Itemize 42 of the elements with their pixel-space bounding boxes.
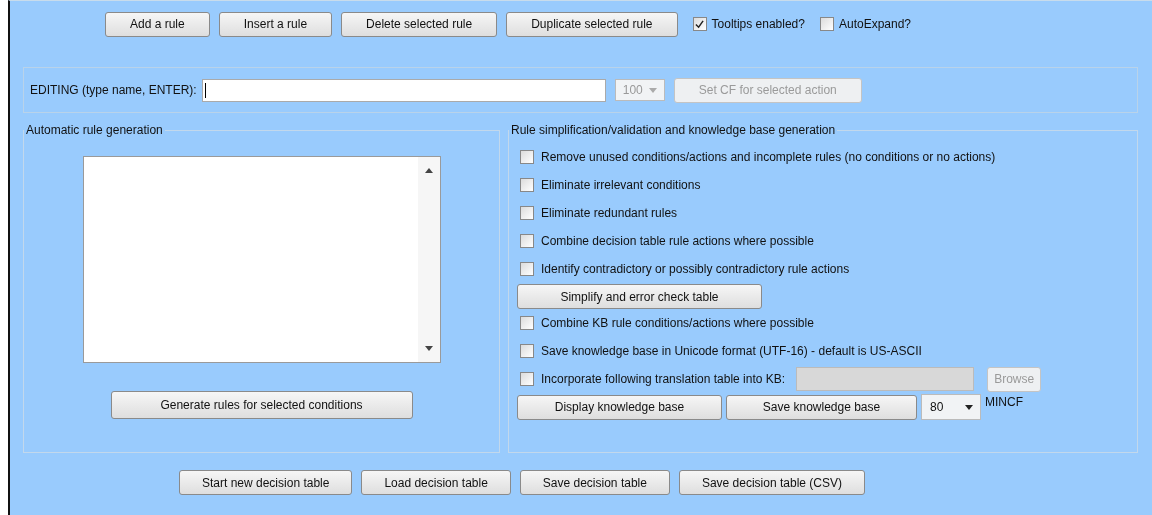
- scroll-up-icon[interactable]: [424, 168, 433, 173]
- checkbox-label: Tooltips enabled?: [711, 17, 805, 31]
- simplify-button[interactable]: Simplify and error check table: [517, 284, 762, 309]
- toolbar-button[interactable]: Delete selected rule: [341, 11, 498, 37]
- mincf-dropdown[interactable]: 80: [921, 394, 981, 420]
- toolbar-button[interactable]: Add a rule: [105, 11, 210, 37]
- scroll-down-icon[interactable]: [424, 346, 433, 351]
- knowledge-base-button[interactable]: Display knowledge base: [517, 394, 722, 420]
- checkbox[interactable]: [520, 206, 534, 220]
- checkbox[interactable]: [520, 344, 534, 358]
- mincf-label: MINCF: [985, 395, 1023, 409]
- checkbox-label: Eliminate redundant rules: [541, 206, 678, 220]
- editing-label: EDITING (type name, ENTER):: [30, 83, 197, 97]
- checkbox-label: Incorporate following translation table into KB:: [541, 372, 786, 386]
- decision-table-button[interactable]: Save decision table (CSV): [678, 470, 865, 495]
- checkbox[interactable]: [520, 372, 534, 386]
- toolbar-button[interactable]: Duplicate selected rule: [506, 11, 678, 37]
- checkbox[interactable]: [819, 17, 834, 31]
- toolbar-button[interactable]: Insert a rule: [218, 11, 333, 37]
- checkbox-label: Identify contradictory or possibly contradictory rule actions: [541, 262, 850, 276]
- rule-name-field[interactable]: [201, 78, 606, 102]
- checkbox[interactable]: [520, 150, 534, 164]
- decision-table-button[interactable]: Start new decision table: [179, 470, 353, 495]
- checkbox[interactable]: [520, 178, 534, 192]
- checkbox[interactable]: [520, 262, 534, 276]
- decision-table-button[interactable]: Load decision table: [361, 470, 511, 495]
- checkbox-label: AutoExpand?: [838, 17, 911, 31]
- checkbox-label: Save knowledge base in Unicode format (UTF-16) - default is US-ASCII: [541, 344, 922, 358]
- decision-table-button[interactable]: Save decision table: [519, 470, 670, 495]
- checkbox[interactable]: [520, 316, 534, 330]
- checkbox[interactable]: [692, 17, 707, 31]
- checkbox-label: Combine decision table rule actions where possible: [541, 234, 814, 248]
- checkbox-label: Eliminate irrelevant conditions: [541, 178, 701, 192]
- checkbox-label: Remove unused conditions/actions and incomplete rules (no conditions or no actions): [541, 150, 996, 164]
- checkbox-label: Combine KB rule conditions/actions where possible: [541, 316, 814, 330]
- checkbox[interactable]: [520, 234, 534, 248]
- knowledge-base-button[interactable]: Save knowledge base: [726, 394, 917, 420]
- group-title: Automatic rule generation: [25, 123, 164, 137]
- group-title: Rule simplification/validation and knowledge base generation: [510, 123, 837, 137]
- caret-icon[interactable]: [965, 404, 973, 410]
- generate-rules-button[interactable]: Generate rules for selected conditions: [110, 391, 413, 419]
- scrollbar[interactable]: [417, 157, 440, 362]
